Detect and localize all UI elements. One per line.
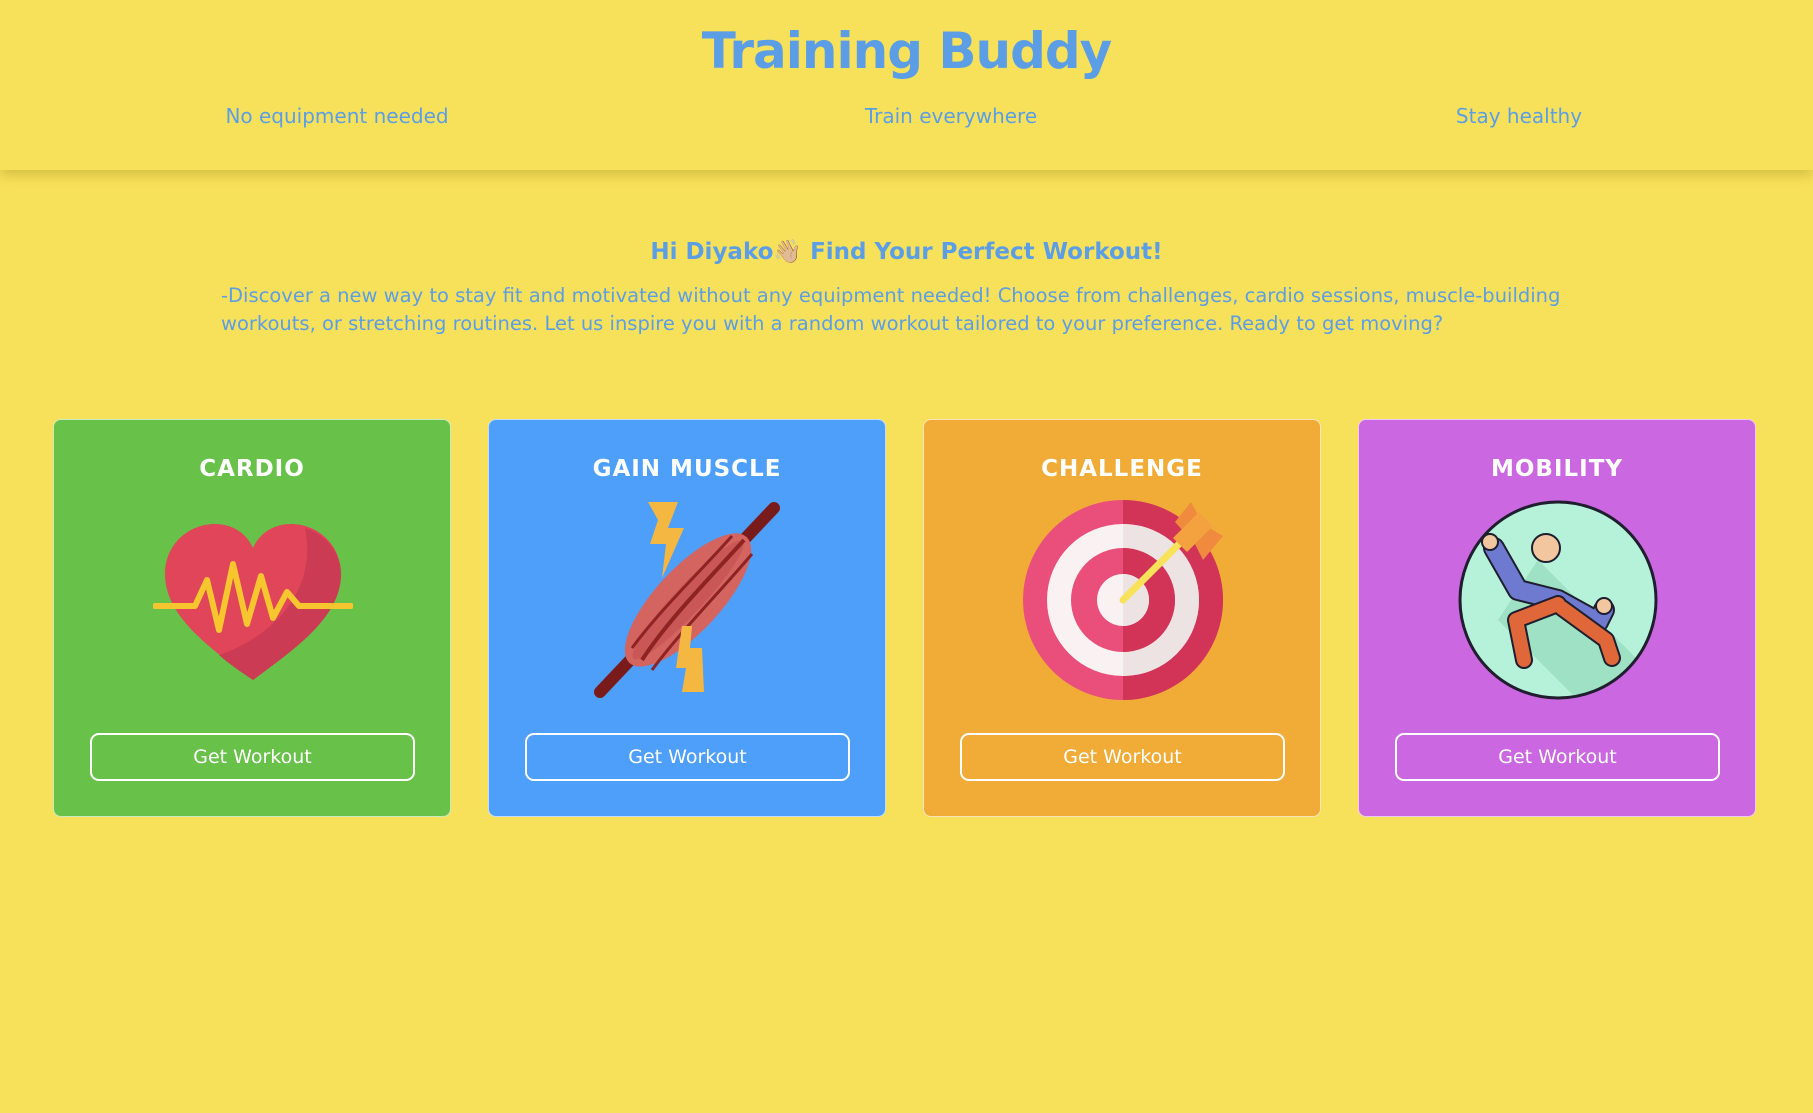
card-title: CARDIO	[199, 456, 305, 482]
card-mobility: MOBILITY Get Workout	[1358, 419, 1756, 817]
stretching-person-icon	[1458, 500, 1658, 700]
header: Training Buddy No equipment needed Train…	[0, 0, 1813, 170]
get-workout-button[interactable]: Get Workout	[960, 733, 1285, 781]
get-workout-button[interactable]: Get Workout	[1395, 733, 1720, 781]
greeting-heading: Hi Diyako👋🏼 Find Your Perfect Workout!	[650, 239, 1163, 265]
heartbeat-icon	[153, 500, 353, 700]
get-workout-button[interactable]: Get Workout	[90, 733, 415, 781]
get-workout-button[interactable]: Get Workout	[525, 733, 850, 781]
card-title: CHALLENGE	[1041, 456, 1203, 482]
muscle-icon	[588, 500, 788, 700]
card-title: MOBILITY	[1490, 456, 1624, 482]
card-title: GAIN MUSCLE	[592, 456, 782, 482]
target-icon	[1023, 500, 1223, 700]
card-challenge: CHALLENGE Get Workout	[923, 419, 1321, 817]
tagline-train-everywhere: Train everywhere	[864, 104, 1038, 128]
tagline-no-equipment: No equipment needed	[225, 104, 449, 128]
app-title: Training Buddy	[701, 22, 1113, 80]
intro-text: -Discover a new way to stay fit and moti…	[221, 284, 1561, 335]
tagline-stay-healthy: Stay healthy	[1455, 104, 1583, 128]
card-cardio: CARDIO Get Workout	[53, 419, 451, 817]
card-gain-muscle: GAIN MUSCLE Get Workout	[488, 419, 886, 817]
